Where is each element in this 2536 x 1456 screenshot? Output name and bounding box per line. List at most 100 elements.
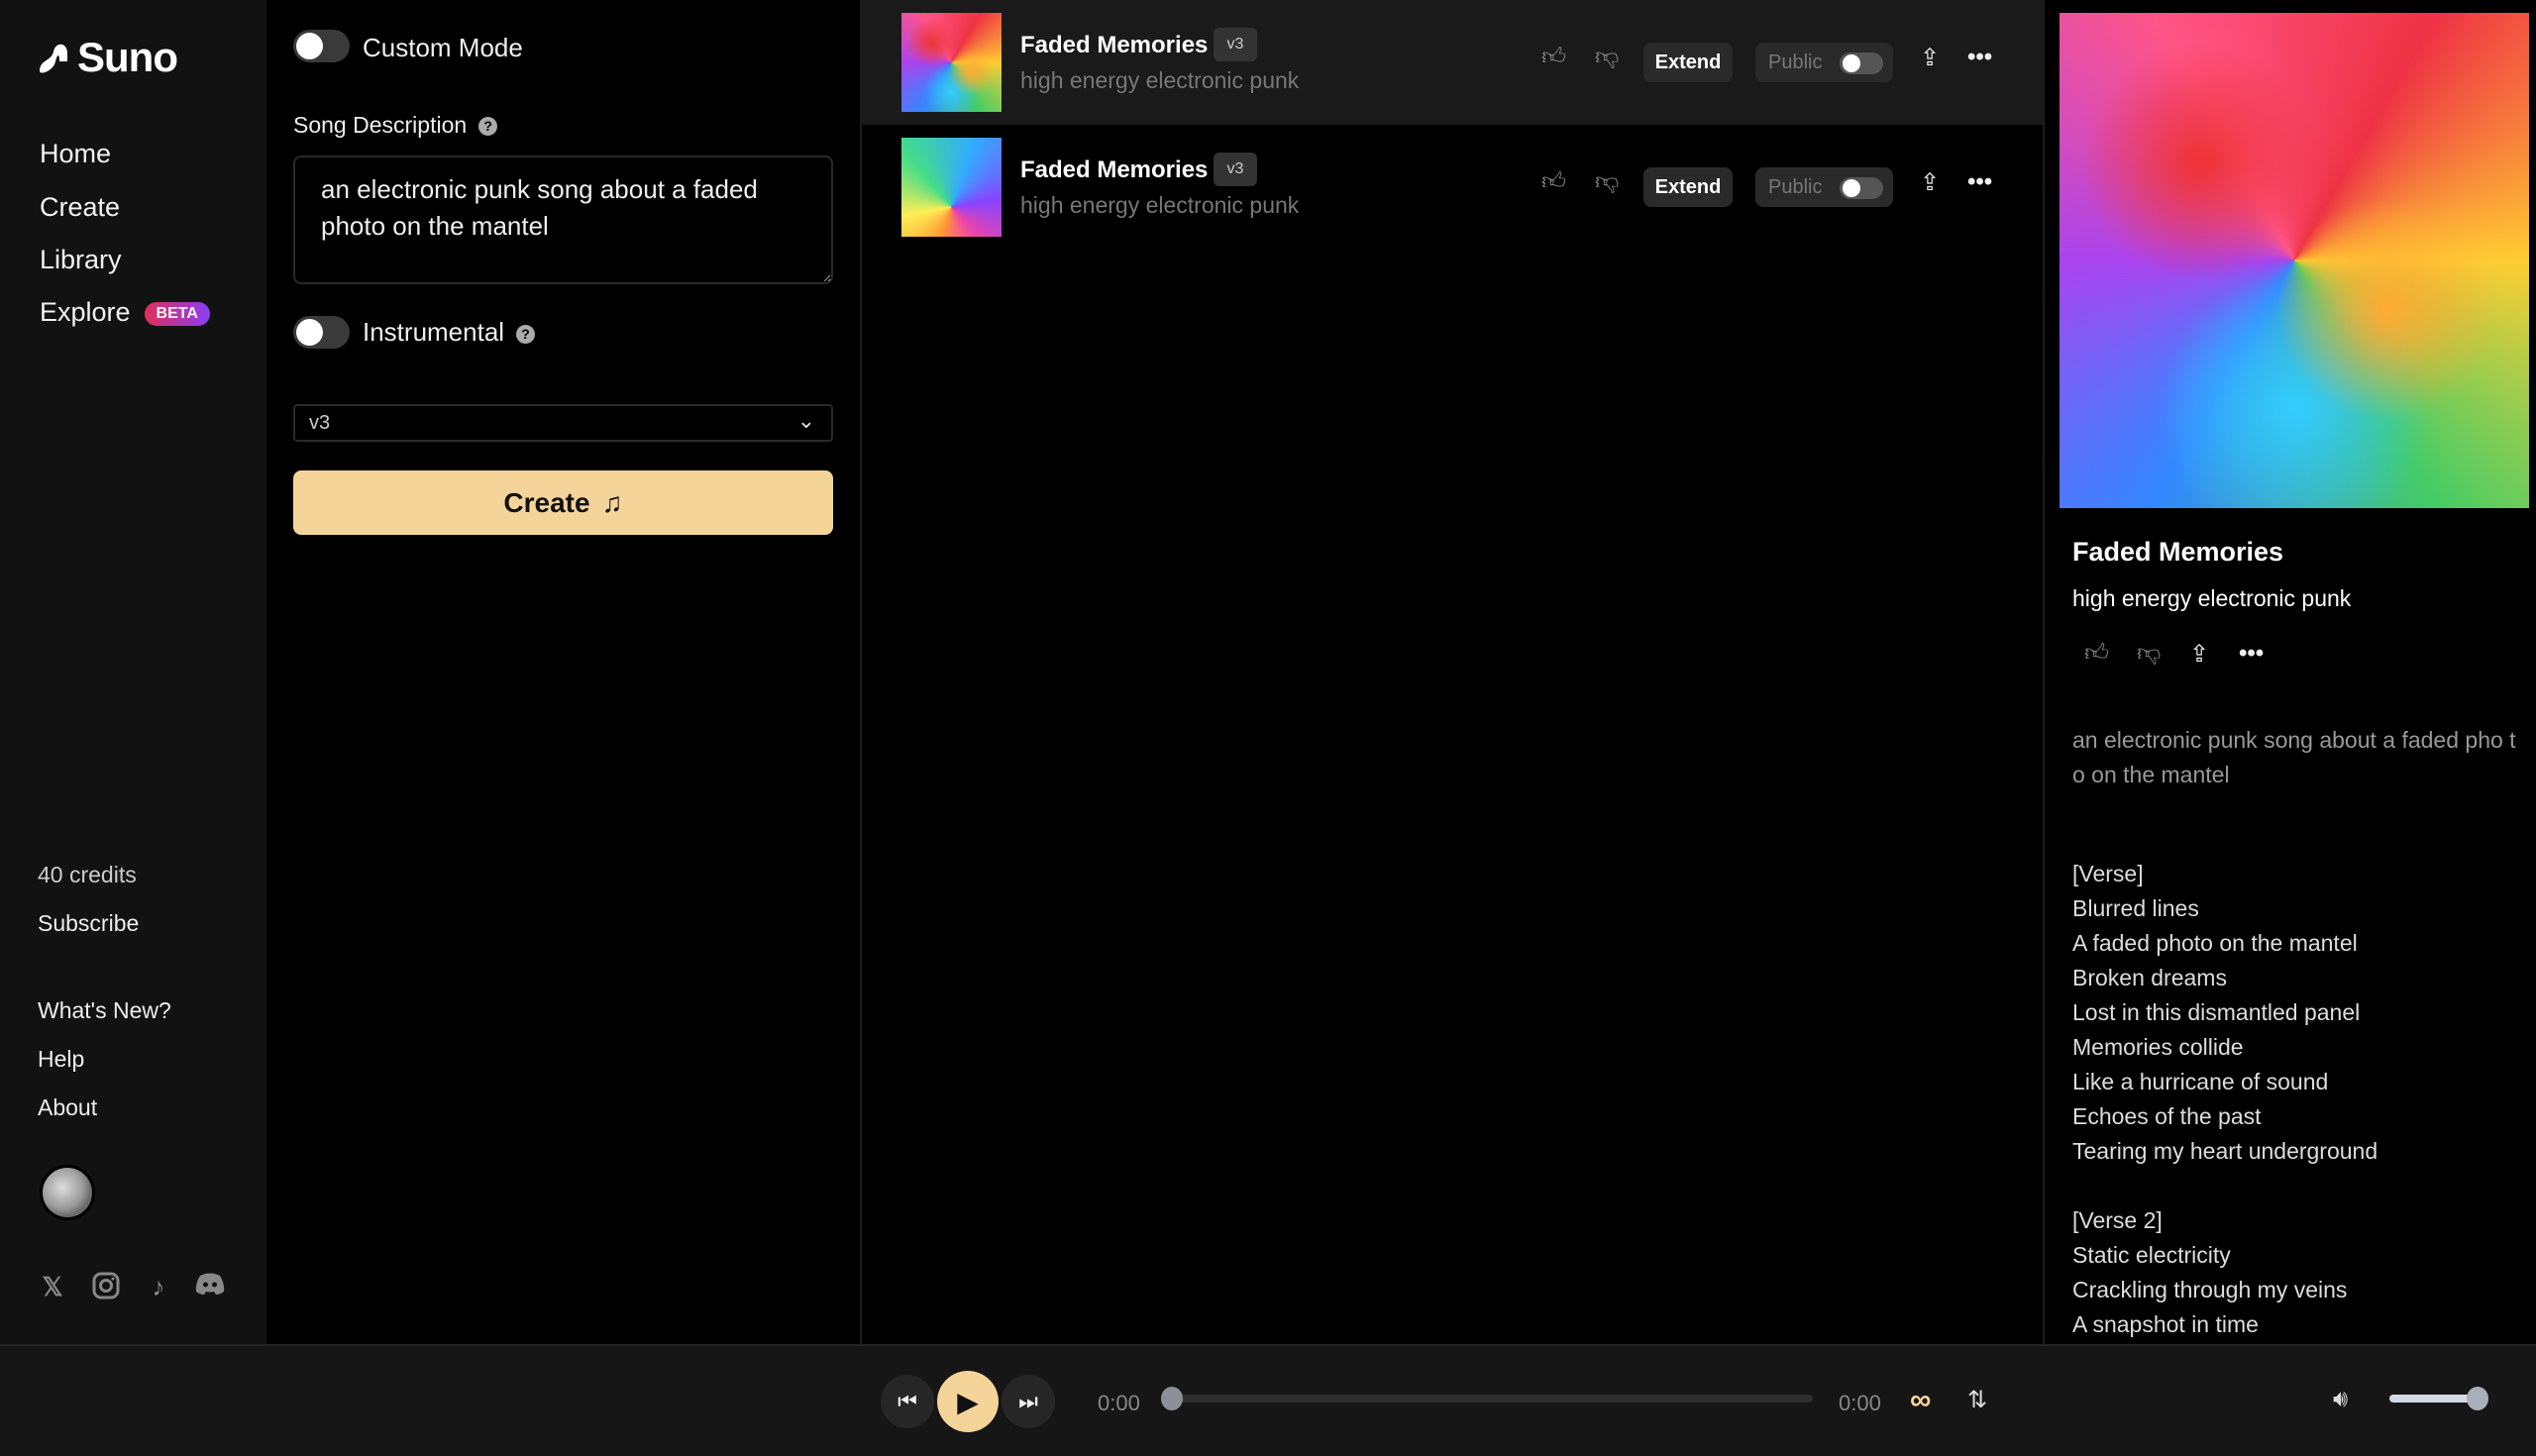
lyric-line: Lost in this dismantled panel bbox=[2072, 999, 2361, 1025]
public-toggle[interactable]: Public bbox=[1755, 43, 1893, 82]
help-icon[interactable]: ? bbox=[516, 324, 536, 344]
share-icon[interactable]: ⇪ bbox=[1920, 168, 1940, 197]
song-cover[interactable] bbox=[901, 138, 1002, 237]
song-title[interactable]: Faded Memories bbox=[1020, 32, 1208, 59]
instrumental-toggle[interactable] bbox=[293, 316, 350, 349]
nav-explore[interactable]: Explore BETA bbox=[40, 297, 210, 328]
repeat-icon[interactable]: ⇅ bbox=[1967, 1386, 1987, 1414]
instrumental-text: Instrumental bbox=[363, 317, 505, 347]
progress-slider[interactable] bbox=[1161, 1387, 1813, 1410]
about-link[interactable]: About bbox=[38, 1094, 97, 1121]
cover-art bbox=[2060, 13, 2529, 508]
song-description-input[interactable] bbox=[293, 156, 833, 284]
nav-explore-label: Explore bbox=[40, 297, 131, 327]
lyric-line: Echoes of the past bbox=[2072, 1103, 2262, 1129]
suno-logo[interactable]: Suno bbox=[38, 34, 178, 81]
more-icon[interactable]: ••• bbox=[2239, 640, 2264, 668]
sidebar: Suno Home Create Library Explore BETA 40 … bbox=[0, 0, 266, 1344]
tiktok-icon[interactable]: ♪ bbox=[144, 1272, 173, 1301]
thumbs-up-icon[interactable]: 👍︎ bbox=[1541, 168, 1566, 196]
discord-icon[interactable] bbox=[195, 1272, 225, 1301]
volume-icon[interactable]: 🔊︎ bbox=[2333, 1386, 2348, 1413]
lyric-line: Tearing my heart underground bbox=[2072, 1138, 2378, 1164]
model-select-value: v3 bbox=[309, 412, 331, 434]
lyrics: [Verse] Blurred lines A faded photo on the… bbox=[2072, 857, 2378, 1342]
lyric-line: Crackling through my veins bbox=[2072, 1277, 2348, 1302]
nav-create[interactable]: Create bbox=[40, 192, 120, 223]
thumbs-up-icon[interactable]: 👍︎ bbox=[1541, 44, 1566, 71]
avatar[interactable] bbox=[40, 1165, 95, 1220]
custom-mode-toggle[interactable] bbox=[293, 30, 350, 62]
volume-knob[interactable] bbox=[2467, 1387, 2488, 1410]
lyric-line: Blurred lines bbox=[2072, 895, 2199, 921]
create-button-label: Create bbox=[503, 486, 590, 518]
lyric-line: Like a hurricane of sound bbox=[2072, 1069, 2329, 1094]
nav-home[interactable]: Home bbox=[40, 139, 111, 169]
song-detail-panel: Faded Memories high energy electronic pu… bbox=[2043, 0, 2536, 1344]
public-label: Public bbox=[1768, 176, 1823, 198]
public-toggle[interactable]: Public bbox=[1755, 167, 1893, 207]
whats-new-link[interactable]: What's New? bbox=[38, 997, 171, 1024]
suno-wave-icon bbox=[40, 44, 67, 73]
infinity-loop-icon[interactable]: ∞ bbox=[1910, 1384, 1931, 1417]
extend-button[interactable]: Extend bbox=[1643, 167, 1733, 207]
song-style: high energy electronic punk bbox=[1020, 67, 1300, 93]
more-icon[interactable]: ••• bbox=[1967, 44, 1992, 71]
subscribe-link[interactable]: Subscribe bbox=[38, 910, 139, 937]
public-switch[interactable] bbox=[1840, 52, 1883, 74]
custom-mode-label: Custom Mode bbox=[363, 33, 523, 62]
lyric-line: [Verse 2] bbox=[2072, 1207, 2163, 1233]
more-icon[interactable]: ••• bbox=[1967, 168, 1992, 196]
song-cover[interactable] bbox=[901, 13, 1002, 112]
music-note-icon: ♫ bbox=[601, 486, 623, 518]
lyric-line: [Verse] bbox=[2072, 861, 2144, 886]
volume-fill bbox=[2389, 1395, 2477, 1403]
detail-title: Faded Memories bbox=[2072, 537, 2284, 567]
extend-button[interactable]: Extend bbox=[1643, 43, 1733, 82]
public-label: Public bbox=[1768, 52, 1823, 73]
share-icon[interactable]: ⇪ bbox=[2189, 640, 2209, 669]
song-row[interactable]: Faded Memories v3 high energy electronic… bbox=[862, 125, 2043, 250]
song-style: high energy electronic punk bbox=[1020, 192, 1300, 218]
help-link[interactable]: Help bbox=[38, 1046, 84, 1073]
thumbs-down-icon[interactable]: 👎︎ bbox=[2137, 640, 2161, 668]
previous-button[interactable]: ⏮ bbox=[881, 1375, 934, 1428]
lyric-line: A faded photo on the mantel bbox=[2072, 930, 2358, 956]
song-row[interactable]: Faded Memories v3 high energy electronic… bbox=[862, 0, 2043, 125]
brand-name: Suno bbox=[77, 34, 178, 80]
lyric-line bbox=[2072, 1169, 2378, 1203]
duration: 0:00 bbox=[1839, 1391, 1881, 1415]
progress-knob[interactable] bbox=[1161, 1387, 1183, 1410]
player-bar: ⏮ ▶ ⏭ 0:00 0:00 ∞ ⇅ 🔊︎ bbox=[0, 1344, 2536, 1456]
chevron-down-icon: ⌄ bbox=[796, 408, 815, 433]
version-badge: v3 bbox=[1214, 153, 1257, 186]
lyric-line: Static electricity bbox=[2072, 1242, 2231, 1268]
song-list: Faded Memories v3 high energy electronic… bbox=[862, 0, 2043, 1344]
current-time: 0:00 bbox=[1098, 1391, 1140, 1415]
thumbs-up-icon[interactable]: 👍︎ bbox=[2084, 640, 2109, 668]
song-title[interactable]: Faded Memories bbox=[1020, 156, 1208, 184]
model-select[interactable]: v3 ⌄ bbox=[293, 404, 833, 442]
help-icon[interactable]: ? bbox=[478, 117, 498, 137]
lyric-line: Broken dreams bbox=[2072, 965, 2227, 990]
thumbs-down-icon[interactable]: 👎︎ bbox=[1595, 44, 1619, 71]
version-badge: v3 bbox=[1214, 28, 1257, 61]
song-description-label: Song Description? bbox=[293, 112, 498, 139]
instrumental-label: Instrumental? bbox=[363, 317, 536, 348]
share-icon[interactable]: ⇪ bbox=[1920, 44, 1940, 72]
song-description-text: Song Description bbox=[293, 112, 468, 138]
credits-count: 40 credits bbox=[38, 862, 137, 887]
public-switch[interactable] bbox=[1840, 177, 1883, 199]
play-button[interactable]: ▶ bbox=[937, 1371, 999, 1432]
x-icon[interactable]: 𝕏 bbox=[38, 1272, 67, 1301]
lyric-line: Memories collide bbox=[2072, 1034, 2244, 1060]
detail-style: high energy electronic punk bbox=[2072, 585, 2352, 611]
create-button[interactable]: Create ♫ bbox=[293, 470, 833, 535]
volume-slider[interactable] bbox=[2389, 1387, 2488, 1410]
lyric-line: A snapshot in time bbox=[2072, 1311, 2259, 1337]
next-button[interactable]: ⏭ bbox=[1002, 1375, 1055, 1428]
nav-library[interactable]: Library bbox=[40, 245, 122, 275]
thumbs-down-icon[interactable]: 👎︎ bbox=[1595, 168, 1619, 196]
instagram-icon[interactable] bbox=[91, 1272, 121, 1301]
beta-badge: BETA bbox=[144, 301, 210, 326]
